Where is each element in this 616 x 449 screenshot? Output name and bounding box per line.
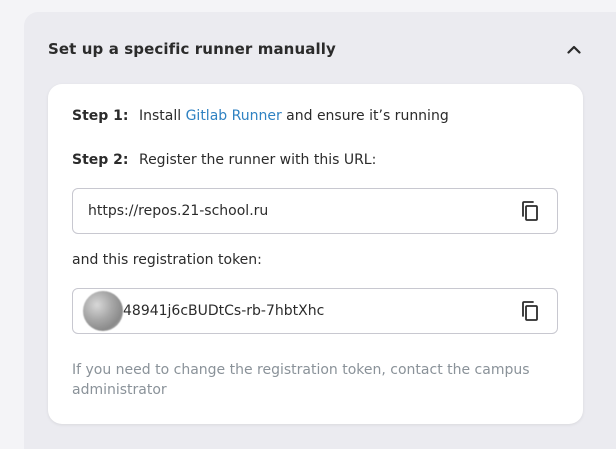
runner-url-field[interactable]: https://repos.21-school.ru — [72, 188, 558, 234]
step-2-label: Step 2: — [72, 152, 129, 168]
step-2: Step 2: Register the runner with this UR… — [72, 152, 376, 168]
step-1: Step 1: Install Gitlab Runner and ensure… — [72, 108, 449, 124]
step-2-text: Register the runner with this URL: — [138, 152, 377, 168]
copy-icon[interactable] — [517, 198, 543, 224]
redacted-token-prefix — [83, 291, 123, 331]
step-1-text-after: and ensure it’s running — [286, 108, 449, 124]
section-header[interactable]: Set up a specific runner manually — [48, 36, 584, 62]
instructions-card: Step 1: Install Gitlab Runner and ensure… — [48, 84, 583, 424]
section-title: Set up a specific runner manually — [48, 40, 336, 58]
token-change-note: If you need to change the registration t… — [72, 362, 530, 398]
runner-setup-panel: Set up a specific runner manually Step 1… — [24, 12, 616, 449]
gitlab-runner-link[interactable]: Gitlab Runner — [186, 108, 282, 124]
step-1-text-before: Install — [138, 108, 182, 124]
token-label: and this registration token: — [72, 252, 262, 268]
chevron-up-icon[interactable] — [564, 39, 584, 59]
registration-token-value: 48941j6cBUDtCs-rb-7hbtXhc — [123, 303, 325, 319]
registration-token-field[interactable]: 48941j6cBUDtCs-rb-7hbtXhc — [72, 288, 558, 334]
step-1-label: Step 1: — [72, 108, 129, 124]
runner-url-value: https://repos.21-school.ru — [88, 203, 269, 219]
copy-icon[interactable] — [517, 298, 543, 324]
